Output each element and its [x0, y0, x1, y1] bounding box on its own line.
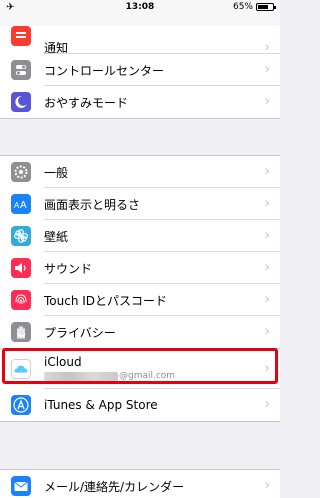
- battery-percent: 65%: [232, 2, 253, 12]
- do-not-disturb-moon-icon: [11, 92, 31, 112]
- gear-icon: [11, 162, 31, 182]
- settings-row-label: コントロールセンター: [44, 63, 165, 78]
- battery-icon: [256, 3, 276, 11]
- settings-row-label: プライバシー: [44, 325, 116, 340]
- status-bar: ✈ 13:08 65%: [0, 0, 280, 16]
- wallpaper-flower-icon: [11, 226, 31, 246]
- settings-group-notifications: 通知 › コントロールセンター › おやすみモード ›: [0, 26, 280, 119]
- settings-group-mail: メール/連絡先/カレンダー ›: [0, 469, 280, 498]
- settings-row-wallpaper[interactable]: 壁紙 ›: [0, 220, 280, 252]
- icloud-account-email: @gmail.com: [44, 371, 175, 381]
- settings-group-general: 一般 › AA 画面表示と明るさ › 壁紙 › サウンド › Touch IDと…: [0, 155, 280, 349]
- settings-row-itunes-app-store[interactable]: iTunes & App Store ›: [0, 389, 280, 421]
- fingerprint-icon: [11, 290, 31, 310]
- svg-text:A: A: [20, 200, 27, 211]
- settings-row-notifications[interactable]: 通知 ›: [0, 26, 280, 56]
- settings-row-label: 一般: [44, 165, 69, 180]
- settings-row-label: Touch IDとパスコード: [44, 293, 168, 308]
- display-aa-icon: AA: [11, 194, 31, 214]
- settings-row-privacy[interactable]: プライバシー ›: [0, 316, 280, 348]
- settings-group-icloud: iCloud @gmail.com › iTunes & App Store ›: [0, 348, 280, 422]
- chevron-right-icon: ›: [264, 259, 270, 276]
- settings-row-label: サウンド: [44, 261, 93, 276]
- settings-row-label: 壁紙: [44, 229, 69, 244]
- app-store-icon: [11, 395, 31, 415]
- settings-row-general[interactable]: 一般 ›: [0, 156, 280, 188]
- battery-indicator: 65%: [232, 2, 276, 12]
- settings-row-label: iTunes & App Store: [44, 398, 158, 412]
- chevron-right-icon: ›: [264, 360, 270, 377]
- chevron-right-icon: ›: [264, 291, 270, 308]
- settings-row-sounds[interactable]: サウンド ›: [0, 252, 280, 284]
- settings-row-do-not-disturb[interactable]: おやすみモード ›: [0, 86, 280, 118]
- chevron-right-icon: ›: [264, 227, 270, 244]
- settings-row-mail-contacts-calendars[interactable]: メール/連絡先/カレンダー ›: [0, 470, 280, 498]
- settings-row-icloud[interactable]: iCloud @gmail.com ›: [0, 349, 280, 389]
- chevron-right-icon: ›: [264, 477, 270, 494]
- chevron-right-icon: ›: [264, 61, 270, 78]
- settings-row-label: メール/連絡先/カレンダー: [44, 479, 185, 494]
- settings-row-touch-id[interactable]: Touch IDとパスコード ›: [0, 284, 280, 316]
- notifications-icon: [11, 26, 31, 46]
- speaker-icon: [11, 258, 31, 278]
- redacted-blur: [44, 371, 118, 381]
- chevron-right-icon: ›: [264, 195, 270, 212]
- settings-row-label: おやすみモード: [44, 95, 129, 110]
- icloud-email-domain: @gmail.com: [119, 371, 176, 381]
- settings-row-control-center[interactable]: コントロールセンター ›: [0, 54, 280, 86]
- chevron-right-icon: ›: [264, 163, 270, 180]
- mail-icon: [11, 476, 31, 496]
- control-center-icon: [11, 60, 31, 80]
- hand-icon: [11, 322, 31, 342]
- settings-row-display[interactable]: AA 画面表示と明るさ ›: [0, 188, 280, 220]
- chevron-right-icon: ›: [264, 323, 270, 340]
- chevron-right-icon: ›: [264, 396, 270, 413]
- chevron-right-icon: ›: [264, 93, 270, 110]
- settings-row-label: 画面表示と明るさ: [44, 197, 141, 212]
- settings-row-label: iCloud: [44, 355, 82, 369]
- icloud-icon: [11, 359, 31, 379]
